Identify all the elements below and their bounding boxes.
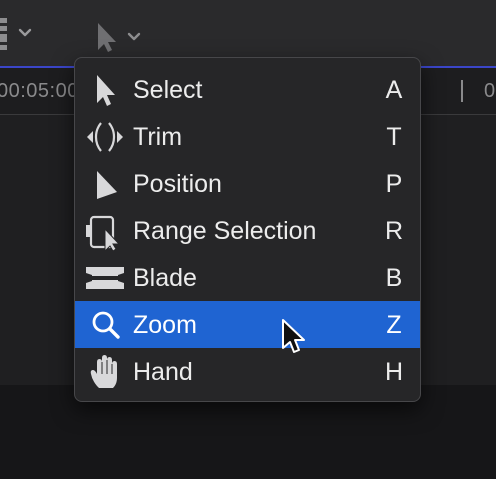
menu-item-position[interactable]: Position P: [75, 160, 420, 207]
chevron-down-icon: [127, 32, 141, 41]
menu-item-shortcut: B: [385, 264, 403, 292]
menu-item-shortcut: H: [384, 358, 404, 386]
clip-appearance-icon: [0, 18, 7, 50]
select-arrow-icon: [83, 70, 127, 110]
menu-item-range-selection[interactable]: Range Selection R: [75, 207, 420, 254]
menu-item-label: Trim: [133, 123, 183, 151]
menu-item-label: Hand: [133, 358, 193, 386]
menu-item-label: Position: [133, 170, 222, 198]
menu-item-label: Zoom: [133, 311, 197, 339]
menu-item-select[interactable]: Select A: [75, 66, 420, 113]
range-selection-icon: [83, 211, 127, 251]
trim-icon: [83, 117, 127, 157]
menu-item-shortcut: Z: [386, 311, 402, 339]
clip-appearance-button[interactable]: [0, 14, 40, 54]
menu-item-shortcut: P: [385, 170, 403, 198]
arrow-pointer-icon: [98, 23, 116, 52]
mouse-pointer-icon: [282, 319, 305, 353]
menu-item-zoom[interactable]: Zoom Z: [75, 301, 420, 348]
menu-item-shortcut: A: [385, 76, 403, 104]
tools-menu-button[interactable]: [92, 14, 154, 54]
ruler-tick: [461, 80, 463, 102]
menu-item-hand[interactable]: Hand H: [75, 348, 420, 395]
blade-icon: [83, 258, 127, 298]
tools-popup-menu: Select A Trim T Position P Range Selecti…: [74, 57, 421, 402]
menu-item-shortcut: T: [386, 123, 402, 151]
menu-item-blade[interactable]: Blade B: [75, 254, 420, 301]
menu-item-label: Range Selection: [133, 217, 317, 245]
position-arrow-icon: [83, 164, 127, 204]
zoom-magnifier-icon: [83, 305, 127, 345]
hand-icon: [83, 352, 127, 392]
menu-item-trim[interactable]: Trim T: [75, 113, 420, 160]
menu-item-shortcut: R: [384, 217, 404, 245]
menu-item-label: Blade: [133, 264, 197, 292]
chevron-down-icon: [18, 28, 32, 37]
ruler-time-left: 00:05:00: [0, 80, 79, 102]
menu-item-label: Select: [133, 76, 203, 104]
ruler-time-right: 0: [484, 80, 496, 102]
